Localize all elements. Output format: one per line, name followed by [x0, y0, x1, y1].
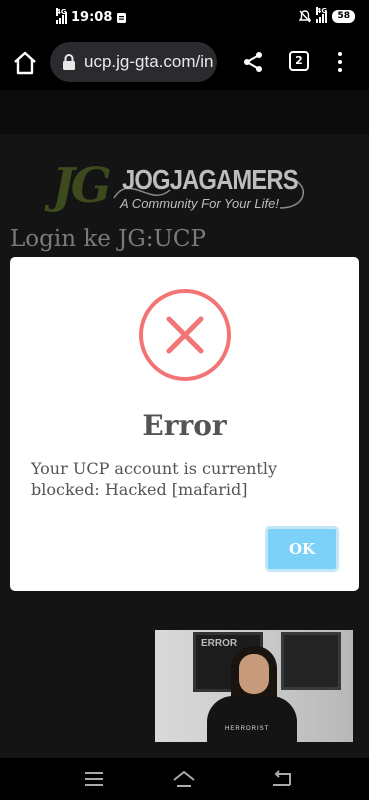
- share-icon[interactable]: [241, 50, 265, 74]
- site-logo[interactable]: JG JOGJAGAMERS A Community For Your Life…: [52, 158, 317, 218]
- ok-button[interactable]: OK: [265, 526, 339, 572]
- dialog-message: Your UCP account is currently blocked: H…: [31, 459, 277, 499]
- error-dialog: Error Your UCP account is currently bloc…: [10, 257, 359, 591]
- video-poster-text: ERROR: [201, 638, 238, 649]
- logo-tagline: A Community For Your Life!: [120, 196, 279, 211]
- page-title: Login ke JG:UCP: [10, 226, 206, 252]
- status-right: 4G 58: [299, 6, 355, 23]
- signal-icon: 4G: [56, 7, 67, 24]
- top-banner: [0, 90, 369, 134]
- dialog-title: Error: [142, 409, 227, 442]
- video-shirt-text: HERRORIST: [225, 726, 270, 732]
- overflow-menu-icon[interactable]: [331, 50, 349, 74]
- clock: 19:08: [71, 10, 113, 25]
- video-person-body: [207, 696, 297, 742]
- notification-icon: [117, 12, 127, 23]
- video-person-face: [239, 654, 269, 694]
- lock-icon: [63, 54, 75, 70]
- system-nav-bar: [0, 758, 369, 800]
- recent-apps-icon[interactable]: [82, 768, 106, 790]
- battery-icon: 58: [332, 10, 355, 23]
- video-poster-frame-right: [281, 632, 341, 690]
- signal-icon-right: 4G: [316, 6, 328, 23]
- mute-icon: [299, 10, 312, 23]
- browser-toolbar: ucp.jg-gta.com/in 2: [0, 36, 369, 90]
- network-type-right: 4G: [316, 6, 328, 15]
- status-left: 4G 19:08: [56, 7, 127, 25]
- address-bar[interactable]: ucp.jg-gta.com/in: [50, 42, 217, 82]
- home-nav-icon[interactable]: [172, 768, 196, 790]
- status-bar: 4G 19:08 4G 58: [0, 0, 369, 36]
- home-icon[interactable]: [12, 50, 38, 76]
- logo-initials: JG: [52, 158, 112, 214]
- tab-switcher-button[interactable]: 2: [289, 51, 309, 71]
- network-type-left: 4G: [56, 7, 67, 16]
- error-x-icon: [139, 289, 231, 381]
- back-icon[interactable]: [270, 768, 294, 790]
- logo-name: JOGJAGAMERS: [122, 164, 299, 195]
- url-text: ucp.jg-gta.com/in: [84, 52, 214, 71]
- floating-video-player[interactable]: ERROR HERRORIST: [155, 630, 353, 742]
